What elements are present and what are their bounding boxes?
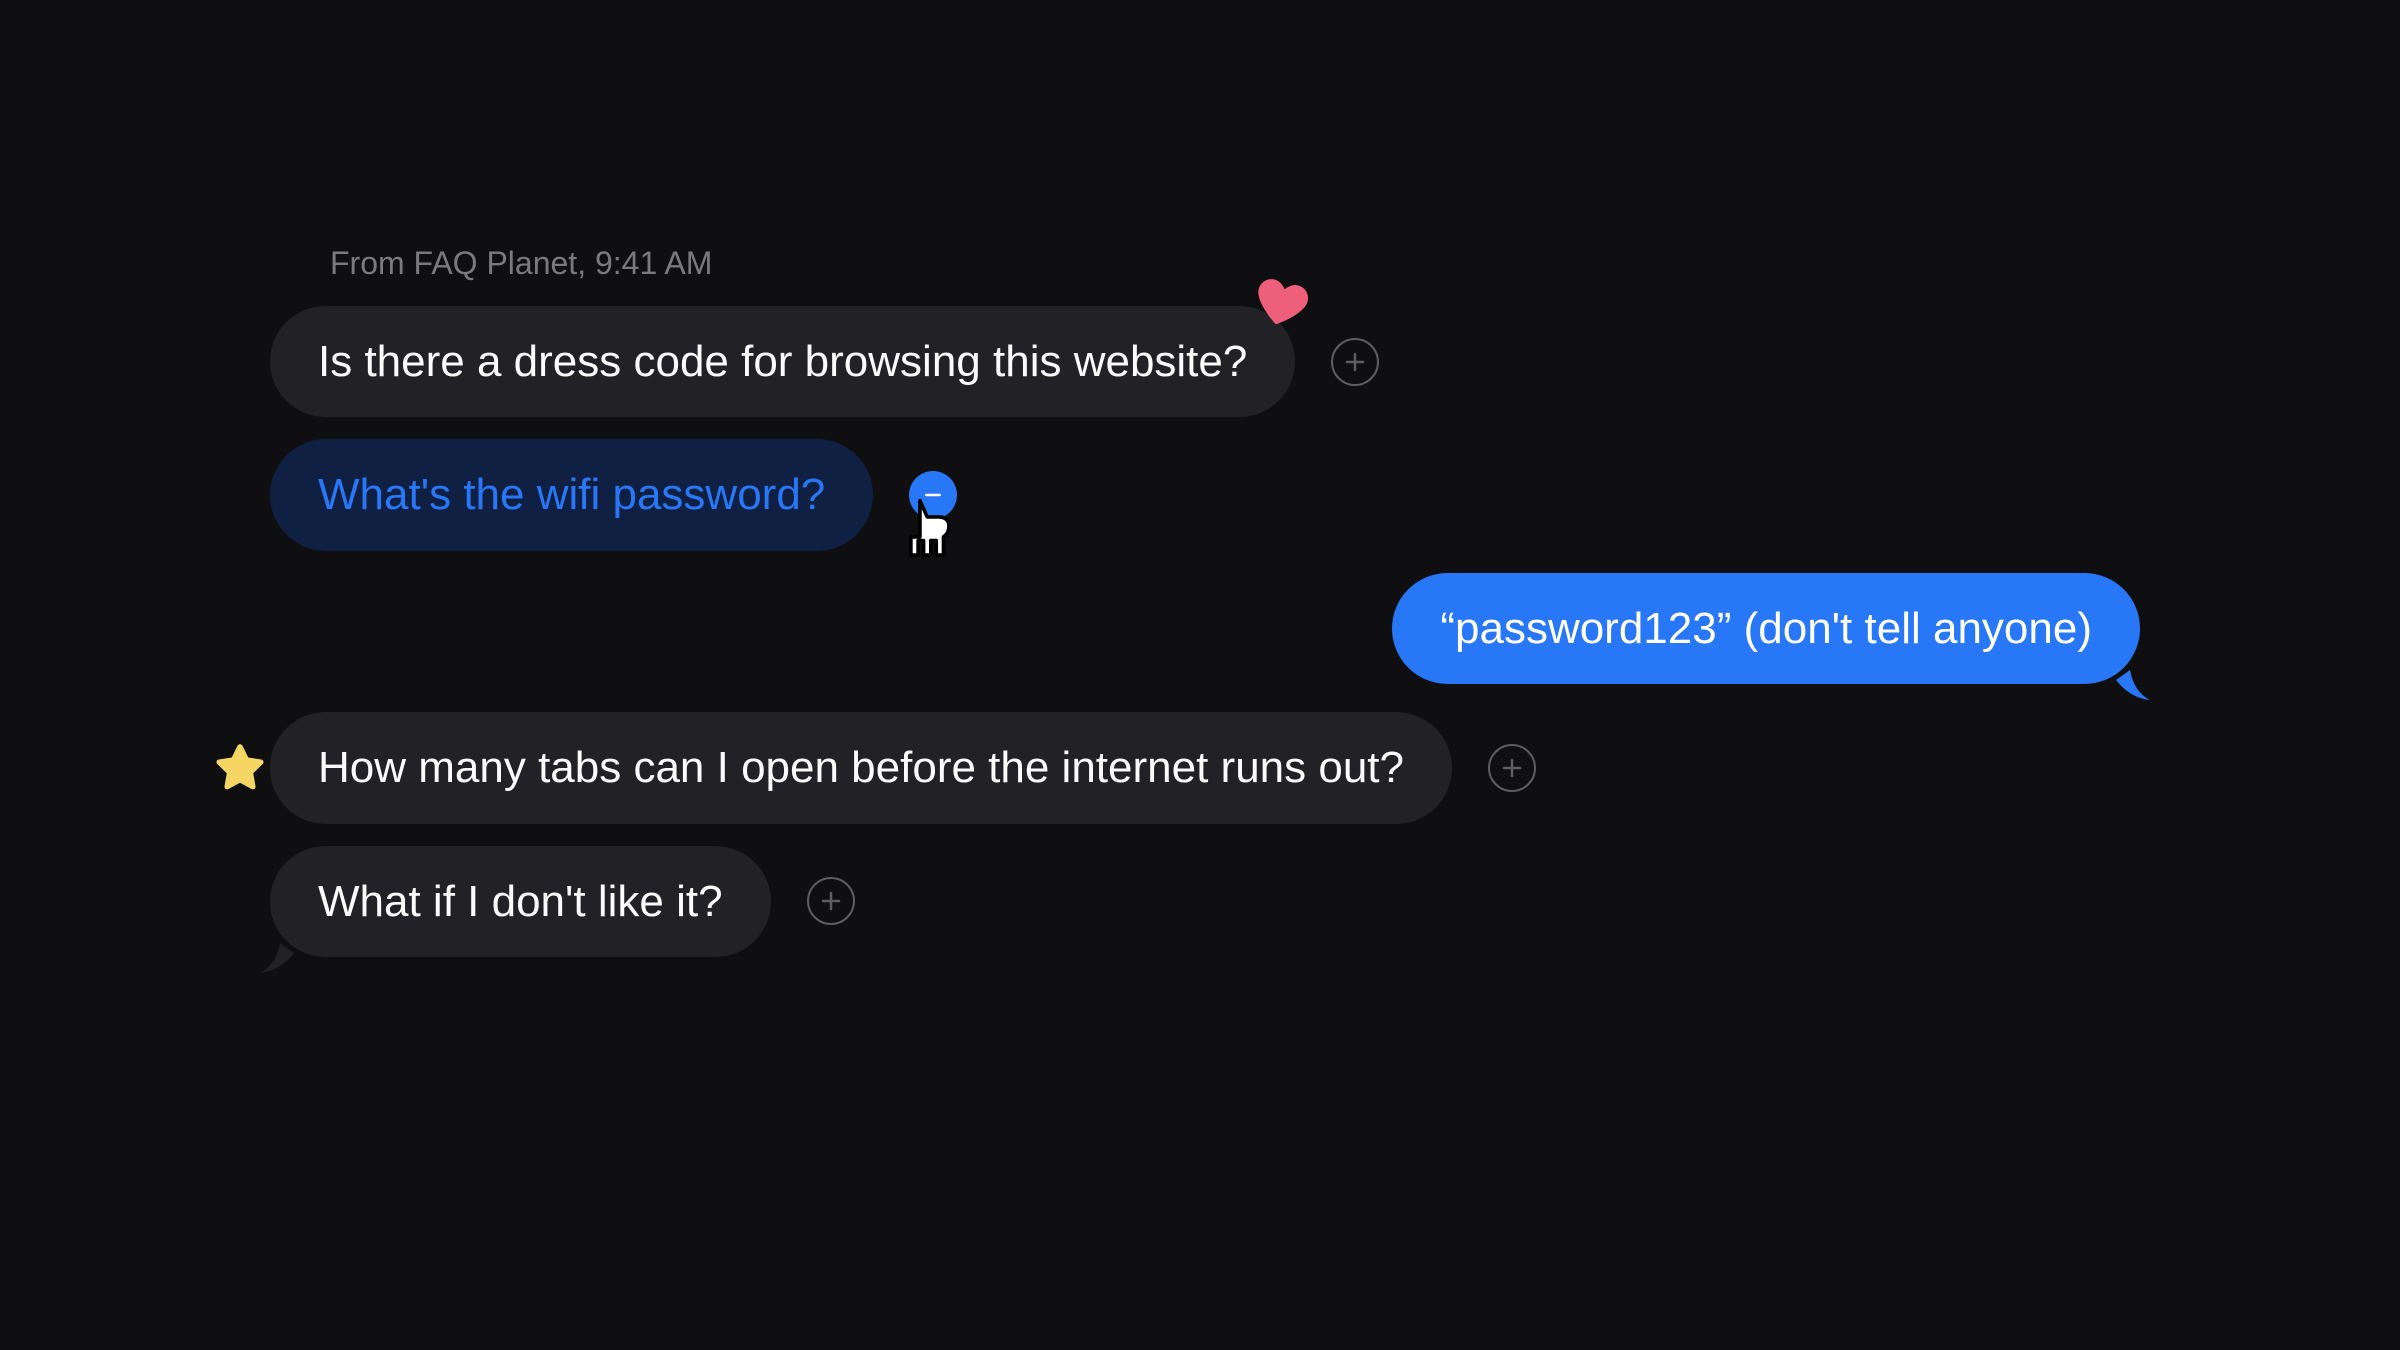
message-text: What if I don't like it? (318, 877, 723, 926)
message-text: What's the wifi password? (318, 470, 825, 519)
incoming-bubble-selected[interactable]: What's the wifi password? (270, 439, 873, 550)
message-row: What's the wifi password? (270, 439, 2150, 550)
incoming-bubble[interactable]: How many tabs can I open before the inte… (270, 712, 1452, 823)
plus-icon (819, 889, 843, 913)
message-row: Is there a dress code for browsing this … (270, 306, 2150, 417)
bubble-tail-icon (260, 929, 294, 959)
plus-icon (1500, 756, 1524, 780)
message-text: How many tabs can I open before the inte… (318, 743, 1404, 792)
bubble-tail-icon (2116, 656, 2150, 686)
add-button[interactable] (807, 877, 855, 925)
heart-icon (1253, 276, 1309, 332)
remove-button[interactable] (909, 471, 957, 519)
message-row: “password123” (don't tell anyone) (270, 573, 2150, 684)
incoming-bubble[interactable]: What if I don't like it? (270, 846, 771, 957)
chat-container: From FAQ Planet, 9:41 AM Is there a dres… (270, 245, 2150, 979)
star-icon (210, 738, 270, 798)
plus-icon (1343, 350, 1367, 374)
message-row: What if I don't like it? (270, 846, 2150, 957)
incoming-bubble[interactable]: Is there a dress code for browsing this … (270, 306, 1295, 417)
outgoing-bubble[interactable]: “password123” (don't tell anyone) (1392, 573, 2140, 684)
add-button[interactable] (1331, 338, 1379, 386)
message-header: From FAQ Planet, 9:41 AM (330, 245, 2150, 282)
add-button[interactable] (1488, 744, 1536, 792)
message-row: How many tabs can I open before the inte… (270, 712, 2150, 823)
minus-icon (923, 485, 943, 505)
message-text: “password123” (don't tell anyone) (1440, 604, 2092, 653)
message-text: Is there a dress code for browsing this … (318, 337, 1247, 386)
